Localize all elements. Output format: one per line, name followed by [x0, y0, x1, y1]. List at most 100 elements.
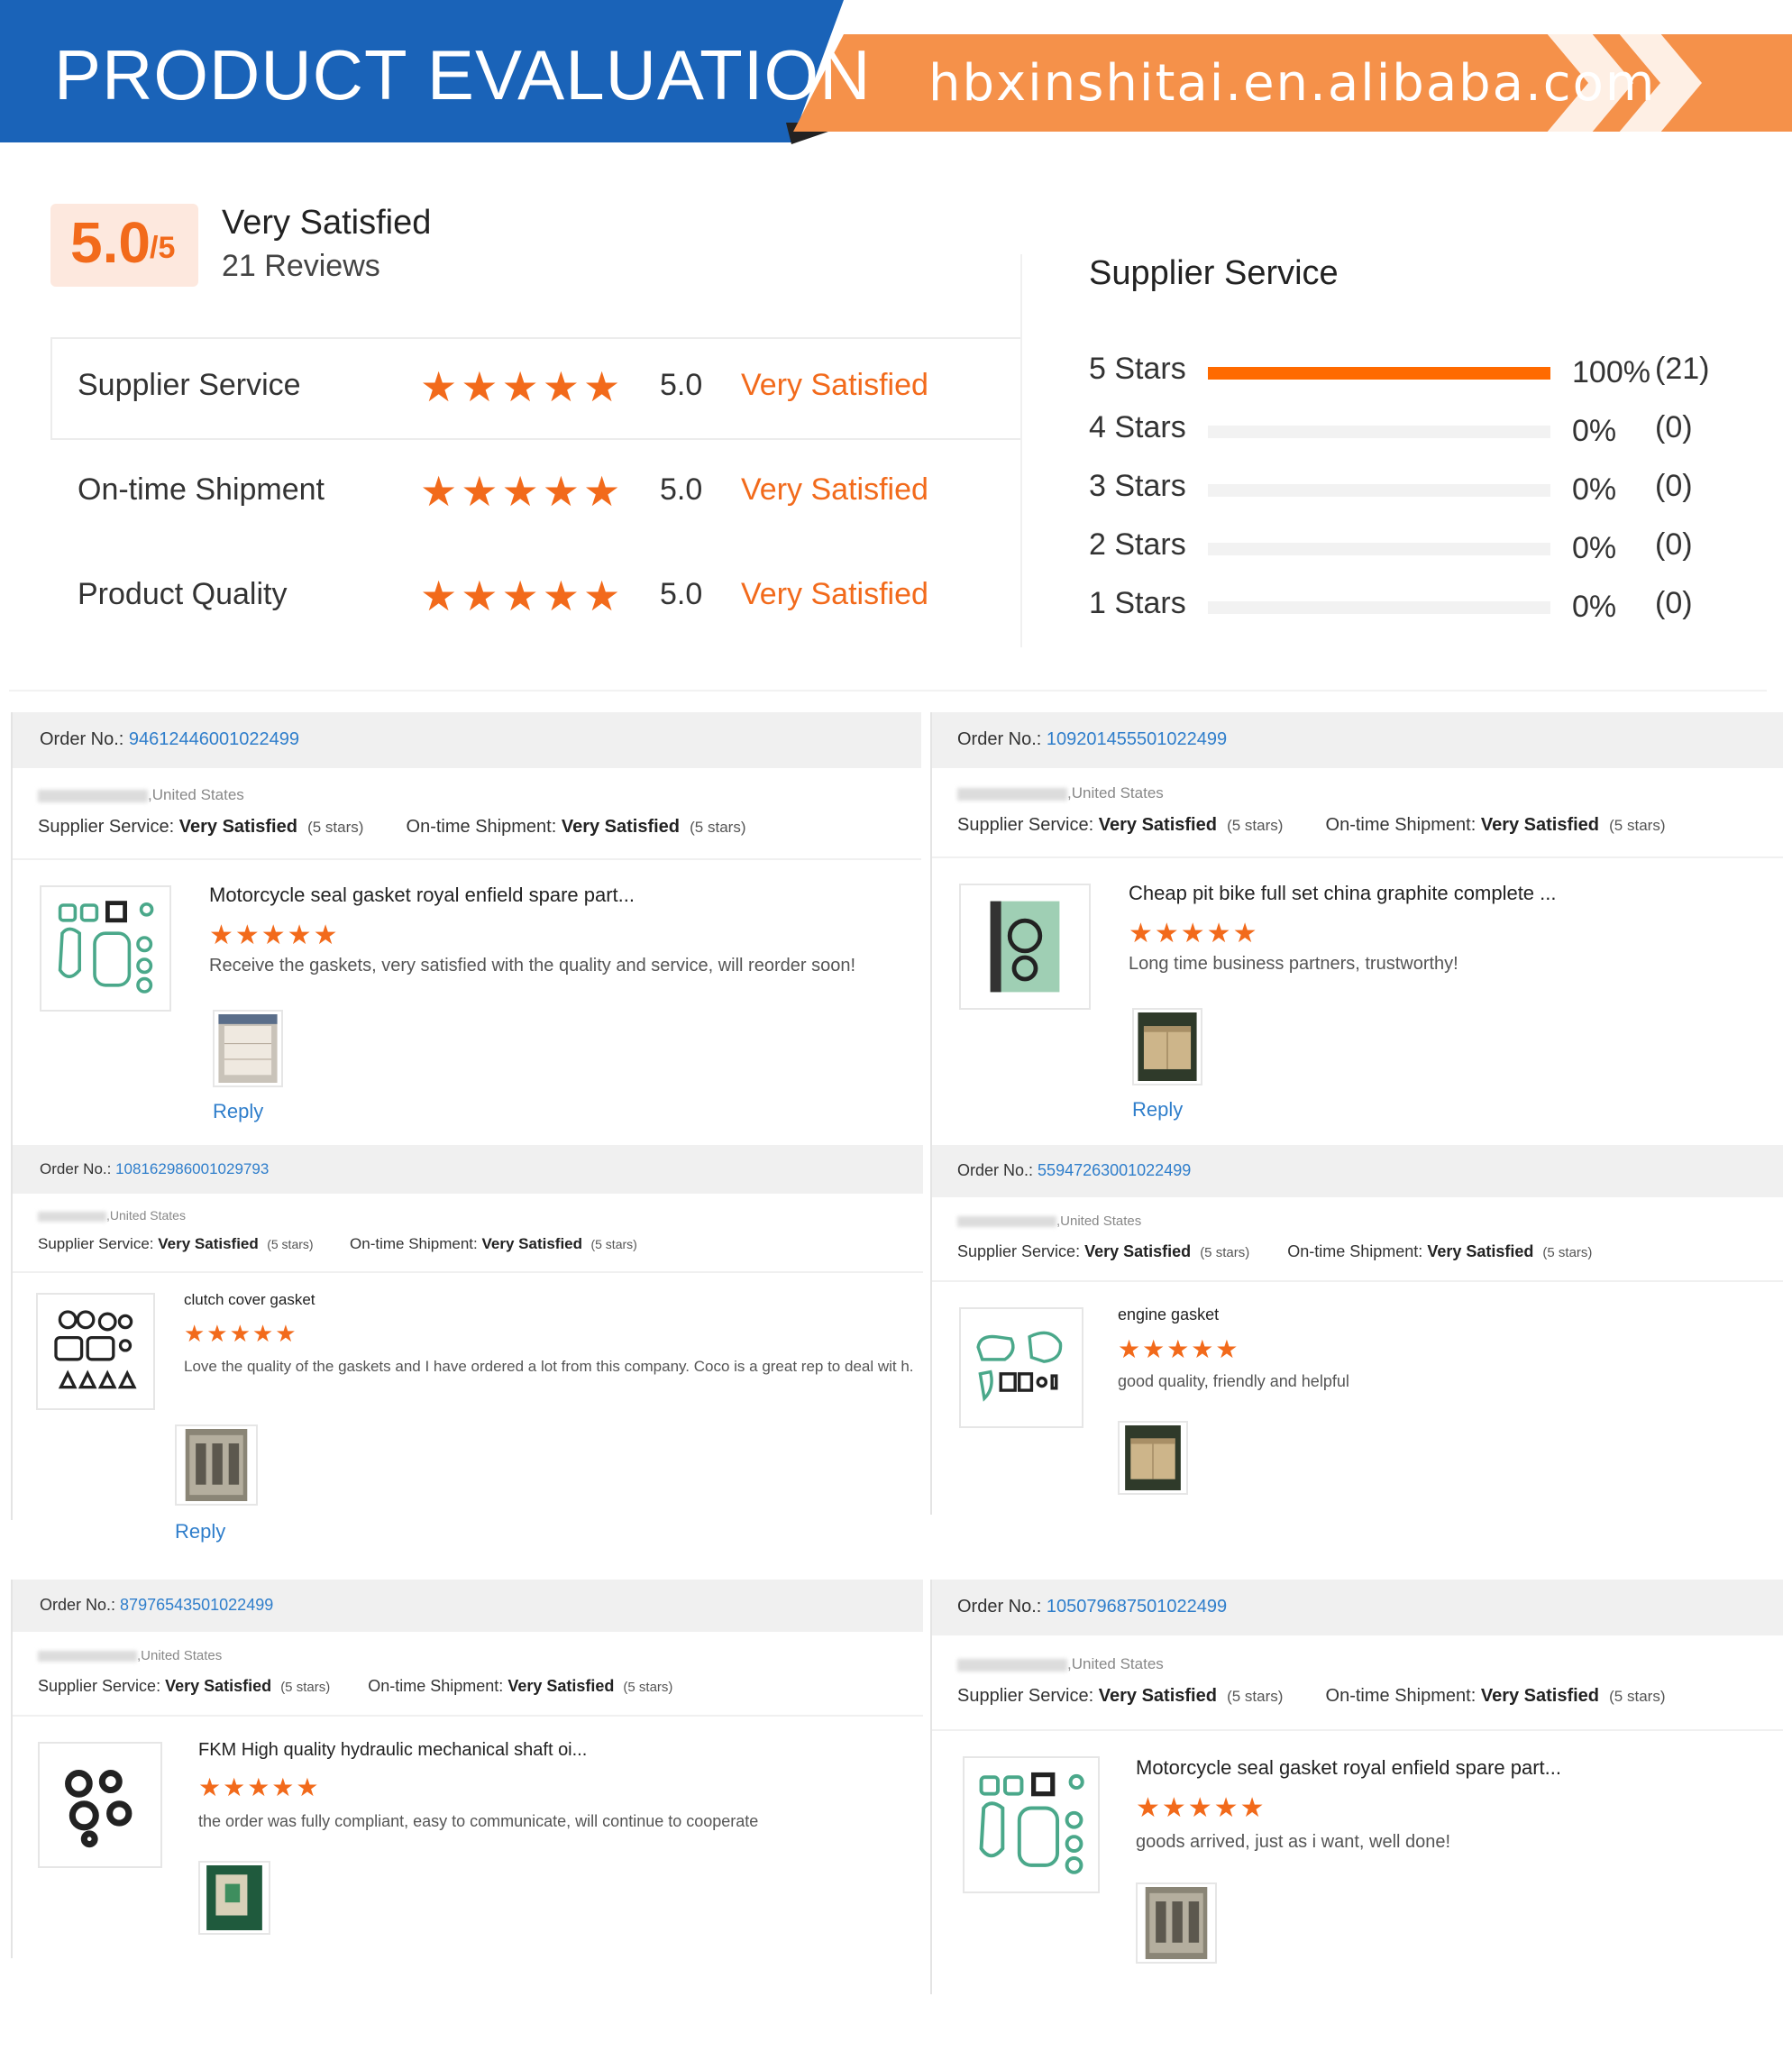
review-card: Order No.: 108162986001029793 ,United St… — [11, 1145, 923, 1543]
service-ratings: Supplier Service: Very Satisfied (5 star… — [957, 1242, 1592, 1261]
order-label: Order No.: — [40, 729, 124, 749]
distribution-label: 2 Stars — [1089, 527, 1186, 562]
card-divider — [13, 858, 921, 860]
shipment-value: Very Satisfied — [507, 1677, 615, 1695]
review-text: the order was fully compliant, easy to c… — [198, 1812, 759, 1830]
review-text: Long time business partners, trustworthy… — [1129, 954, 1458, 974]
order-label: Order No.: — [957, 1161, 1034, 1180]
review-card: Order No.: 105079687501022499 ,United St… — [930, 1580, 1783, 1994]
buyer-country: ,United States — [1067, 1655, 1164, 1672]
order-number-link[interactable]: 94612446001022499 — [129, 729, 299, 749]
distribution-percent: 0% — [1572, 414, 1617, 448]
product-title[interactable]: Motorcycle seal gasket royal enfield spa… — [209, 884, 635, 907]
supplier-service-stars: (5 stars) — [1227, 1688, 1284, 1705]
product-thumbnail[interactable] — [959, 884, 1091, 1010]
distribution-label: 3 Stars — [1089, 469, 1186, 503]
service-ratings: Supplier Service: Very Satisfied (5 star… — [38, 817, 745, 838]
service-ratings: Supplier Service: Very Satisfied (5 star… — [957, 815, 1665, 836]
order-number-link[interactable]: 105079687501022499 — [1047, 1597, 1227, 1617]
distribution-bar — [1208, 484, 1550, 497]
review-text: good quality, friendly and helpful — [1118, 1372, 1349, 1390]
order-number-link[interactable]: 87976543501022499 — [120, 1596, 273, 1614]
shipment-label: On-time Shipment: — [1325, 815, 1477, 835]
product-thumbnail[interactable] — [959, 1307, 1083, 1428]
distribution-percent: 0% — [1572, 531, 1617, 565]
review-photo[interactable] — [175, 1424, 258, 1506]
reply-link[interactable]: Reply — [1132, 1098, 1183, 1122]
supplier-service-label: Supplier Service: — [957, 1242, 1081, 1260]
buyer-info: ,United States — [957, 1214, 1141, 1229]
order-number-row: Order No.: 87976543501022499 — [40, 1596, 273, 1615]
supplier-service-value: Very Satisfied — [158, 1235, 259, 1252]
distribution-count: (0) — [1655, 586, 1693, 620]
review-photo[interactable] — [213, 1010, 283, 1087]
product-title[interactable]: Motorcycle seal gasket royal enfield spa… — [1136, 1756, 1561, 1780]
service-ratings: Supplier Service: Very Satisfied (5 star… — [957, 1686, 1665, 1707]
review-photo[interactable] — [1132, 1008, 1202, 1085]
buyer-country: ,United States — [1067, 784, 1164, 801]
summary-stars: ★★★★★ — [420, 572, 625, 619]
supplier-service-label: Supplier Service: — [957, 815, 1094, 835]
shipment-value: Very Satisfied — [561, 817, 681, 837]
distribution-bar — [1208, 543, 1550, 555]
product-title[interactable]: Cheap pit bike full set china graphite c… — [1129, 882, 1557, 905]
service-ratings: Supplier Service: Very Satisfied (5 star… — [38, 1677, 672, 1696]
review-photo[interactable] — [1118, 1421, 1188, 1495]
order-number-row: Order No.: 109201455501022499 — [957, 729, 1227, 750]
buyer-country: ,United States — [148, 786, 244, 803]
store-url[interactable]: hbxinshitai.en.alibaba.com — [928, 54, 1656, 113]
supplier-service-value: Very Satisfied — [178, 817, 297, 837]
shipment-label: On-time Shipment: — [1287, 1242, 1423, 1260]
summary-row-score: 5.0 — [660, 368, 703, 402]
order-number-link[interactable]: 55947263001022499 — [1038, 1161, 1191, 1179]
review-stars: ★★★★★ — [209, 921, 340, 950]
shipment-value: Very Satisfied — [1480, 815, 1600, 835]
supplier-service-label: Supplier Service: — [957, 1686, 1094, 1706]
card-divider — [932, 1280, 1783, 1282]
shipment-stars: (5 stars) — [1609, 1688, 1666, 1705]
product-thumbnail[interactable] — [36, 1293, 155, 1410]
order-number-row: Order No.: 94612446001022499 — [40, 729, 299, 750]
distribution-title: Supplier Service — [1089, 254, 1339, 292]
summary-row-rating: Very Satisfied — [741, 368, 928, 402]
shipment-stars: (5 stars) — [1542, 1245, 1593, 1260]
review-stars: ★★★★★ — [184, 1320, 298, 1347]
review-photo[interactable] — [198, 1861, 270, 1935]
distribution-bar — [1208, 426, 1550, 438]
reply-link[interactable]: Reply — [213, 1100, 263, 1123]
buyer-country: ,United States — [106, 1208, 186, 1223]
distribution-label: 4 Stars — [1089, 410, 1186, 444]
banner-title: PRODUCT EVALUATION — [54, 35, 872, 114]
review-card: Order No.: 94612446001022499 ,United Sta… — [11, 712, 921, 1145]
product-thumbnail[interactable] — [38, 1742, 162, 1868]
review-photo[interactable] — [1136, 1882, 1217, 1964]
card-divider — [13, 1715, 923, 1717]
buyer-info: ,United States — [38, 1648, 222, 1663]
buyer-info: ,United States — [957, 1655, 1164, 1673]
buyer-name-redacted — [38, 1211, 106, 1222]
review-count[interactable]: 21 Reviews — [222, 249, 380, 284]
product-title[interactable]: engine gasket — [1118, 1305, 1219, 1324]
review-stars: ★★★★★ — [198, 1773, 321, 1801]
product-title[interactable]: clutch cover gasket — [184, 1291, 315, 1309]
score-denominator: /5 — [150, 231, 176, 265]
product-title[interactable]: FKM High quality hydraulic mechanical sh… — [198, 1740, 587, 1761]
order-number-link[interactable]: 108162986001029793 — [115, 1160, 269, 1177]
product-thumbnail[interactable] — [40, 885, 171, 1012]
buyer-country: ,United States — [137, 1648, 223, 1663]
order-number-link[interactable]: 109201455501022499 — [1047, 729, 1227, 749]
order-number-row: Order No.: 55947263001022499 — [957, 1161, 1191, 1180]
supplier-service-stars: (5 stars) — [280, 1680, 331, 1695]
card-divider — [13, 1271, 923, 1273]
order-number-row: Order No.: 108162986001029793 — [40, 1160, 269, 1178]
review-text: goods arrived, just as i want, well done… — [1136, 1832, 1451, 1852]
summary-stars: ★★★★★ — [420, 363, 625, 410]
product-thumbnail[interactable] — [963, 1756, 1100, 1893]
supplier-service-stars: (5 stars) — [1227, 817, 1284, 834]
order-label: Order No.: — [957, 1597, 1042, 1617]
reply-link[interactable]: Reply — [175, 1520, 225, 1543]
summary-row-score: 5.0 — [660, 472, 703, 507]
supplier-service-stars: (5 stars) — [1200, 1245, 1250, 1260]
supplier-service-label: Supplier Service: — [38, 1677, 161, 1695]
review-card: Order No.: 87976543501022499 ,United Sta… — [11, 1580, 923, 1958]
